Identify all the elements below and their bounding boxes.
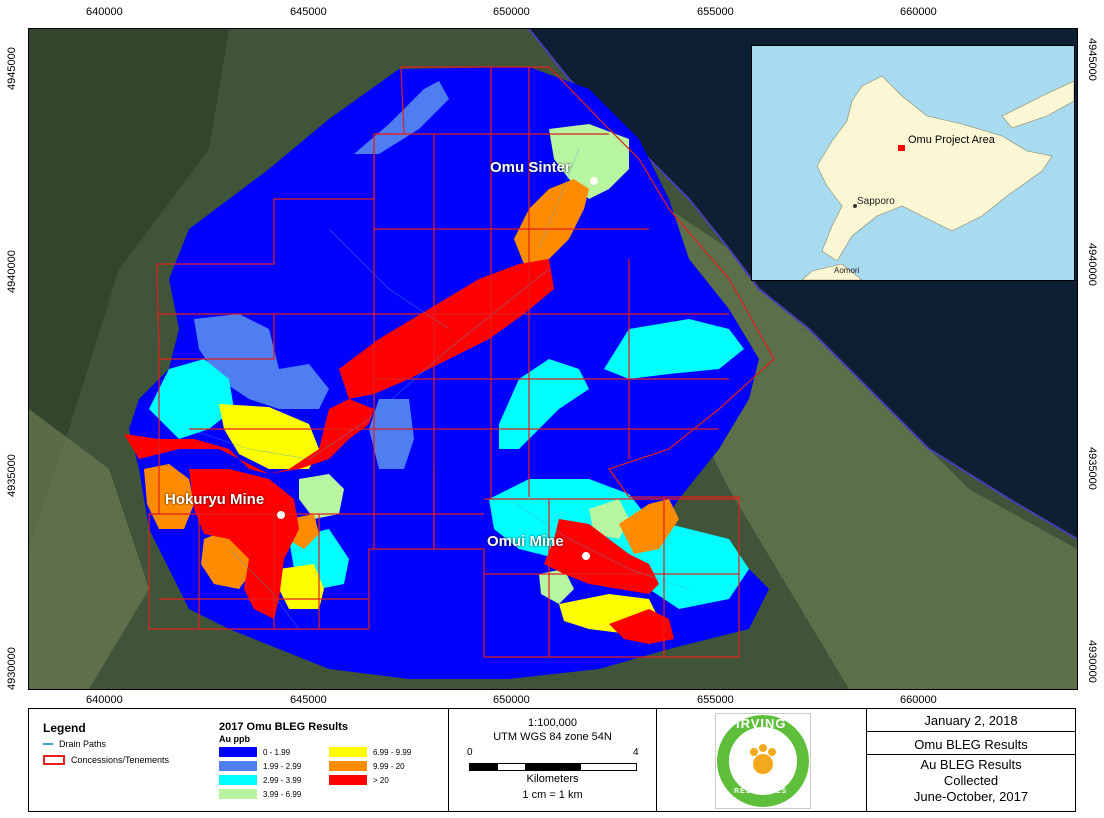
- grid-label-bottom-660000: 660000: [900, 694, 937, 706]
- grid-label-bottom-640000: 640000: [86, 694, 123, 706]
- hokuryu-mine-point[interactable]: [277, 511, 285, 519]
- paw-toe-1: [750, 748, 758, 756]
- legend-concessions-label: Concessions/Tenements: [71, 755, 170, 765]
- inset-label-sapporo: Sapporo: [857, 196, 895, 207]
- label-omu-sinter: Omu Sinter: [490, 159, 571, 176]
- legend-class-5: 9.99 - 20: [329, 761, 405, 771]
- inset-locator-map: Omu Project Area Sapporo Aomori: [751, 45, 1075, 281]
- paw-toe-3: [768, 748, 776, 756]
- scale-segment-3: [525, 764, 581, 770]
- scale-equivalence: 1 cm = 1 km: [522, 789, 583, 801]
- map-canvas[interactable]: Omu Sinter Hokuryu Mine Omui Mine Omu Pr…: [28, 28, 1078, 690]
- projection: UTM WGS 84 zone 54N: [493, 731, 612, 743]
- inset-label-aomori: Aomori: [834, 266, 860, 275]
- map-frame: 640000 645000 650000 655000 660000 64000…: [0, 0, 1104, 818]
- class-label-4: 6.99 - 9.99: [373, 747, 412, 757]
- omui-mine-point[interactable]: [582, 552, 590, 560]
- grid-label-top-645000: 645000: [290, 6, 327, 18]
- map-title: Omu BLEG Results: [914, 737, 1028, 752]
- class-label-2: 2.99 - 3.99: [263, 775, 302, 785]
- omu-sinter-point[interactable]: [590, 177, 598, 185]
- logo-panel: IRVING RESOURCES: [657, 709, 867, 811]
- grid-label-top-655000: 655000: [697, 6, 734, 18]
- grid-label-right-4930000: 4930000: [1086, 640, 1098, 683]
- scale-ratio: 1:100,000: [528, 717, 577, 729]
- logo-text: IRVING: [736, 716, 787, 731]
- scale-segment-1: [470, 764, 498, 770]
- drain-line-symbol: [43, 743, 53, 745]
- scale-tick-0: 0: [467, 747, 473, 758]
- swatch-0-1.99: [219, 747, 257, 757]
- swatch-3.99-6.99: [219, 789, 257, 799]
- grid-label-left-4935000: 4935000: [6, 454, 18, 497]
- scale-segment-4: [580, 764, 636, 770]
- inset-drawing: [752, 46, 1074, 280]
- class-label-3: 3.99 - 6.99: [263, 789, 302, 799]
- label-hokuryu-mine: Hokuryu Mine: [165, 491, 265, 508]
- grid-label-left-4940000: 4940000: [6, 250, 18, 293]
- title-divider-1: [867, 731, 1075, 732]
- legend-class-0: 0 - 1.99: [219, 747, 290, 757]
- legend-class-1: 1.99 - 2.99: [219, 761, 301, 771]
- scale-units: Kilometers: [526, 773, 579, 785]
- grid-label-top-640000: 640000: [86, 6, 123, 18]
- swatch-1.99-2.99: [219, 761, 257, 771]
- grid-label-right-4940000: 4940000: [1086, 243, 1098, 286]
- legend-title: Legend: [43, 721, 86, 735]
- bleg-results-title: 2017 Omu BLEG Results: [219, 721, 348, 733]
- grid-label-top-660000: 660000: [900, 6, 937, 18]
- class-label-6: > 20: [373, 775, 389, 785]
- legend-class-6: > 20: [329, 775, 389, 785]
- swatch-6.99-9.99: [329, 747, 367, 757]
- inset-label-project-area: Omu Project Area: [908, 134, 995, 146]
- irving-logo: IRVING RESOURCES: [715, 713, 811, 809]
- scale-segment-2: [497, 764, 526, 770]
- legend-class-3: 3.99 - 6.99: [219, 789, 301, 799]
- logo-subtext: RESOURCES: [734, 788, 788, 795]
- paw-icon: [753, 754, 773, 774]
- class-label-5: 9.99 - 20: [373, 761, 405, 771]
- title-divider-2: [867, 754, 1075, 755]
- legend-class-2: 2.99 - 3.99: [219, 775, 301, 785]
- legend-class-4: 6.99 - 9.99: [329, 747, 411, 757]
- scale-panel: 1:100,000 UTM WGS 84 zone 54N 0 4 Kilome…: [449, 709, 657, 811]
- subtitle-line-1: Au BLEG Results: [920, 757, 1022, 772]
- paw-toe-2: [759, 744, 767, 752]
- scale-tick-4: 4: [633, 747, 639, 758]
- grid-label-left-4930000: 4930000: [6, 647, 18, 690]
- grid-label-left-4945000: 4945000: [6, 47, 18, 90]
- swatch-9.99-20: [329, 761, 367, 771]
- legend-concessions: Concessions/Tenements: [43, 755, 169, 765]
- legend-panel: Legend Drain Paths Concessions/Tenements…: [29, 709, 449, 811]
- title-block: January 2, 2018 Omu BLEG Results Au BLEG…: [867, 709, 1075, 811]
- map-date: January 2, 2018: [924, 713, 1018, 728]
- swatch-2.99-3.99: [219, 775, 257, 785]
- label-omui-mine: Omui Mine: [487, 533, 564, 550]
- grid-label-bottom-645000: 645000: [290, 694, 327, 706]
- info-bar: Legend Drain Paths Concessions/Tenements…: [28, 708, 1076, 812]
- subtitle-line-2: Collected: [943, 773, 999, 788]
- grid-label-right-4935000: 4935000: [1086, 447, 1098, 490]
- bleg-unit: Au ppb: [219, 734, 250, 744]
- grid-label-right-4945000: 4945000: [1086, 38, 1098, 81]
- class-label-1: 1.99 - 2.99: [263, 761, 302, 771]
- legend-drain-paths: Drain Paths: [43, 739, 106, 749]
- scale-bar: [469, 763, 637, 771]
- swatch-over-20: [329, 775, 367, 785]
- grid-label-bottom-650000: 650000: [493, 694, 530, 706]
- concession-symbol: [43, 755, 65, 765]
- project-area-marker[interactable]: [898, 145, 905, 151]
- legend-drain-label: Drain Paths: [59, 739, 107, 749]
- class-label-0: 0 - 1.99: [263, 747, 291, 757]
- subtitle-line-3: June-October, 2017: [913, 789, 1029, 804]
- grid-label-top-650000: 650000: [493, 6, 530, 18]
- grid-label-bottom-655000: 655000: [697, 694, 734, 706]
